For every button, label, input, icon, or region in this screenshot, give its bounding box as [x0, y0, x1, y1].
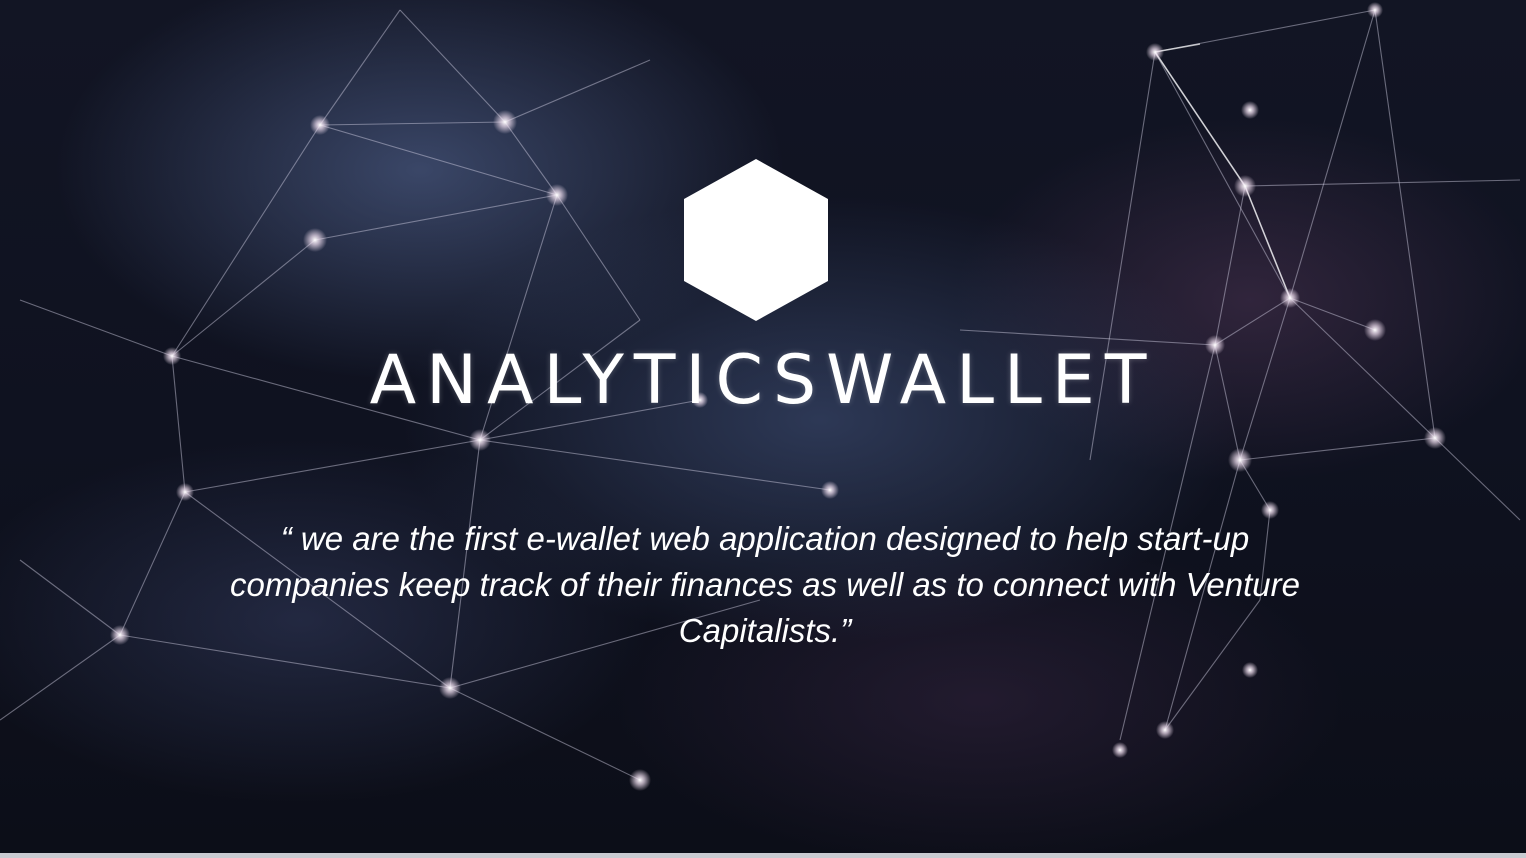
slide: ANALYTICSWALLET “ we are the first e-wal…: [0, 0, 1526, 858]
tagline: “ we are the first e-wallet web applicat…: [229, 520, 1300, 649]
brand-name: ANALYTICSWALLET: [369, 341, 1157, 420]
hexagon-logo-icon: [684, 159, 828, 321]
bottom-divider: [0, 853, 1526, 858]
network-background: [0, 2, 1521, 791]
